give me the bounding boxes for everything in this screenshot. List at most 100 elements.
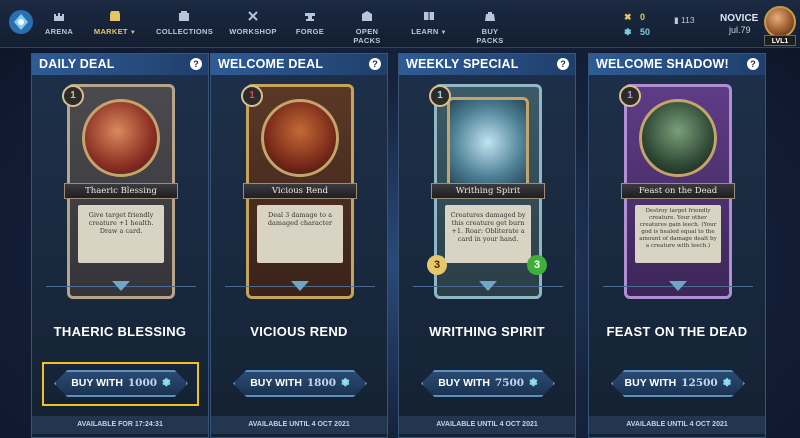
level-badge: LVL1 xyxy=(764,35,796,46)
deal-panel-shadow: WELCOME SHADOW! ? 1 Feast on the Dead De… xyxy=(588,53,766,438)
username: jul.79 xyxy=(729,25,751,35)
divider-ornament-icon xyxy=(669,281,687,291)
nav-buy-packs[interactable]: BUY PACKS xyxy=(467,10,513,45)
divider-ornament-icon xyxy=(112,281,130,291)
card-portrait xyxy=(639,99,717,177)
card-cost-badge: 1 xyxy=(241,85,263,107)
nav-forge[interactable]: FORGE xyxy=(295,10,325,44)
nav-label: MARKET xyxy=(93,27,128,36)
divider-ornament-icon xyxy=(291,281,309,291)
chevron-down-icon: ▼ xyxy=(440,30,447,36)
help-icon[interactable]: ? xyxy=(747,58,759,70)
card-text: Give target friendly creature +1 health.… xyxy=(78,205,164,263)
castle-icon xyxy=(54,13,64,21)
nav-learn[interactable]: LEARN ▼ xyxy=(410,10,448,44)
card-name: Thaeric Blessing xyxy=(64,183,178,199)
shop-icon xyxy=(110,11,120,21)
game-logo-icon[interactable] xyxy=(8,9,34,35)
card-stack-icon: ▮ xyxy=(674,15,682,25)
buy-button[interactable]: BUY WITH 1000 ❃ xyxy=(54,370,188,397)
gold-count: 0 xyxy=(640,12,646,22)
pack-icon xyxy=(362,11,372,21)
divider-ornament-icon xyxy=(479,281,497,291)
deal-header: WELCOME SHADOW! xyxy=(589,54,765,75)
nav-label: BUY PACKS xyxy=(476,27,504,45)
anvil-icon xyxy=(305,13,315,21)
buy-label: BUY WITH xyxy=(624,377,677,389)
card-portrait xyxy=(261,99,339,177)
card-name: Feast on the Dead xyxy=(621,183,735,199)
buy-label: BUY WITH xyxy=(438,377,490,389)
card-text: Destroy target friendly creature. Your o… xyxy=(635,205,721,263)
price: 1800 xyxy=(306,377,337,389)
gem-icon: ❃ xyxy=(529,377,538,389)
deal-title: THAERIC BLESSING xyxy=(53,324,187,339)
deal-header: WEEKLY SPECIAL xyxy=(399,54,575,75)
buy-button[interactable]: BUY WITH 7500 ❃ xyxy=(421,370,555,397)
price: 7500 xyxy=(494,377,525,389)
card-portrait xyxy=(447,97,529,197)
nav-arena[interactable]: ARENA xyxy=(44,10,74,44)
deal-title: FEAST ON THE DEAD xyxy=(606,324,748,339)
gem-icon: ❃ xyxy=(341,377,350,389)
book-icon xyxy=(424,12,434,20)
help-icon[interactable]: ? xyxy=(369,58,381,70)
gem-count: 50 xyxy=(640,27,651,37)
nav-label: COLLECTIONS xyxy=(156,27,214,36)
nav-market[interactable]: MARKET ▼ xyxy=(93,10,137,44)
nav-label: FORGE xyxy=(295,27,325,36)
deal-header: WELCOME DEAL xyxy=(211,54,387,75)
collections-icon xyxy=(179,11,189,21)
availability-text: AVAILABLE FOR 17:24:31 xyxy=(32,416,208,434)
deal-panel-welcome: WELCOME DEAL ? 1 Vicious Rend Deal 3 dam… xyxy=(210,53,388,438)
card-cost-badge: 1 xyxy=(619,85,641,107)
price: 12500 xyxy=(681,377,718,389)
avatar[interactable] xyxy=(764,6,796,38)
attack-stat: 3 xyxy=(427,255,447,275)
nav-label: LEARN xyxy=(411,27,439,36)
top-nav-bar: ARENA MARKET ▼ COLLECTIONS WORKSHOP FORGE… xyxy=(0,0,800,48)
bag-icon xyxy=(485,12,495,21)
card-text: Creatures damaged by this creature get b… xyxy=(445,205,531,263)
card-name: Writhing Spirit xyxy=(431,183,545,199)
tools-icon xyxy=(248,11,258,21)
cards-count: 113 xyxy=(681,15,695,25)
gem-icon: ❃ xyxy=(162,377,171,389)
gold-icon: ✖ xyxy=(624,12,632,22)
deal-panel-daily: DAILY DEAL ? 1 Thaeric Blessing Give tar… xyxy=(31,53,209,438)
buy-button[interactable]: BUY WITH 1800 ❃ xyxy=(233,370,367,397)
gem-icon: ❃ xyxy=(722,377,732,389)
card-name: Vicious Rend xyxy=(243,183,357,199)
deal-title: WRITHING SPIRIT xyxy=(429,324,545,339)
nav-label: WORKSHOP xyxy=(229,27,277,36)
buy-button[interactable]: BUY WITH 12500 ❃ xyxy=(611,370,745,397)
deal-header: DAILY DEAL xyxy=(32,54,208,75)
card-portrait xyxy=(82,99,160,177)
availability-text: AVAILABLE UNTIL 4 OCT 2021 xyxy=(211,416,387,434)
card-writhing-spirit[interactable]: 1 Writhing Spirit Creatures damaged by t… xyxy=(427,84,547,299)
card-cost-badge: 1 xyxy=(429,85,451,107)
cards-count-wrapper: ▮ 113 xyxy=(674,15,695,26)
price: 1000 xyxy=(127,377,158,389)
nav-workshop[interactable]: WORKSHOP xyxy=(229,10,277,44)
help-icon[interactable]: ? xyxy=(557,58,569,70)
availability-text: AVAILABLE UNTIL 4 OCT 2021 xyxy=(399,416,575,434)
nav-label: ARENA xyxy=(44,27,74,36)
nav-label: OPEN PACKS xyxy=(353,27,381,45)
player-rank: NOVICE xyxy=(720,13,759,24)
card-vicious-rend[interactable]: 1 Vicious Rend Deal 3 damage to a damage… xyxy=(241,84,357,299)
card-thaeric-blessing[interactable]: 1 Thaeric Blessing Give target friendly … xyxy=(62,84,178,299)
card-feast-on-the-dead[interactable]: 1 Feast on the Dead Destroy target frien… xyxy=(619,84,735,299)
health-stat: 3 xyxy=(527,255,547,275)
nav-open-packs[interactable]: OPEN PACKS xyxy=(341,10,393,45)
help-icon[interactable]: ? xyxy=(190,58,202,70)
buy-label: BUY WITH xyxy=(71,377,123,389)
chevron-down-icon: ▼ xyxy=(129,30,137,36)
card-text: Deal 3 damage to a damaged character xyxy=(257,205,343,263)
deal-panel-weekly: WEEKLY SPECIAL ? 1 Writhing Spirit Creat… xyxy=(398,53,576,438)
nav-collections[interactable]: COLLECTIONS xyxy=(156,10,214,44)
deal-title: VICIOUS REND xyxy=(250,324,348,339)
buy-label: BUY WITH xyxy=(250,377,302,389)
card-cost-badge: 1 xyxy=(62,85,84,107)
availability-text: AVAILABLE UNTIL 4 OCT 2021 xyxy=(589,416,765,434)
